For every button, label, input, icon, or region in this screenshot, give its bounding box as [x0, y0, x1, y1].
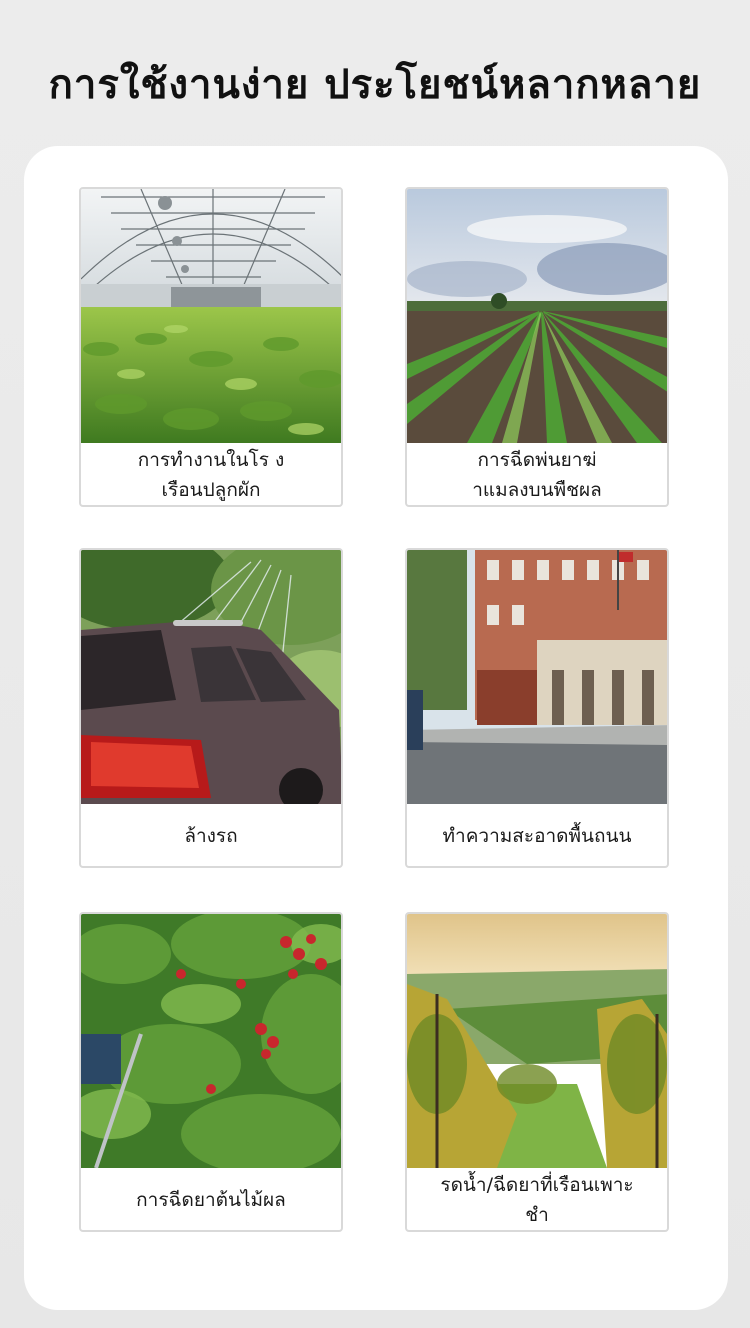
- greenhouse-photo: [81, 189, 341, 443]
- usage-card-nursery: รดน้ำ/ฉีดยาที่เรือนเพาะชำ: [405, 912, 669, 1232]
- usage-card-crop-spraying: การฉีดพ่นยาฆ่ าแมลงบนพืชผล: [405, 187, 669, 507]
- usage-label: การฉีดพ่นยาฆ่ าแมลงบนพืชผล: [472, 449, 602, 501]
- usage-card-greenhouse: การทำงานในโร ง เรือนปลูกผัก: [79, 187, 343, 507]
- usage-label: รดน้ำ/ฉีดยาที่เรือนเพาะชำ: [440, 1174, 634, 1226]
- page-title: การใช้งานง่าย ประโยชน์หลากหลาย: [48, 62, 702, 108]
- crop-field-photo: [407, 189, 667, 443]
- usage-card-car-wash: ล้างรถ: [79, 548, 343, 868]
- usage-label: การฉีดยาต้นไม้ผล: [136, 1189, 286, 1211]
- street-photo: [407, 550, 667, 804]
- usage-card-fruit-tree: การฉีดยาต้นไม้ผล: [79, 912, 343, 1232]
- apple-tree-photo: [81, 914, 341, 1168]
- usage-label: ทำความสะอาดพื้นถนน: [442, 825, 632, 847]
- usage-label: การทำงานในโร ง เรือนปลูกผัก: [137, 449, 285, 501]
- vineyard-photo: [407, 914, 667, 1168]
- usage-label: ล้างรถ: [184, 825, 238, 847]
- usage-card-street-cleaning: ทำความสะอาดพื้นถนน: [405, 548, 669, 868]
- car-wash-photo: [81, 550, 341, 804]
